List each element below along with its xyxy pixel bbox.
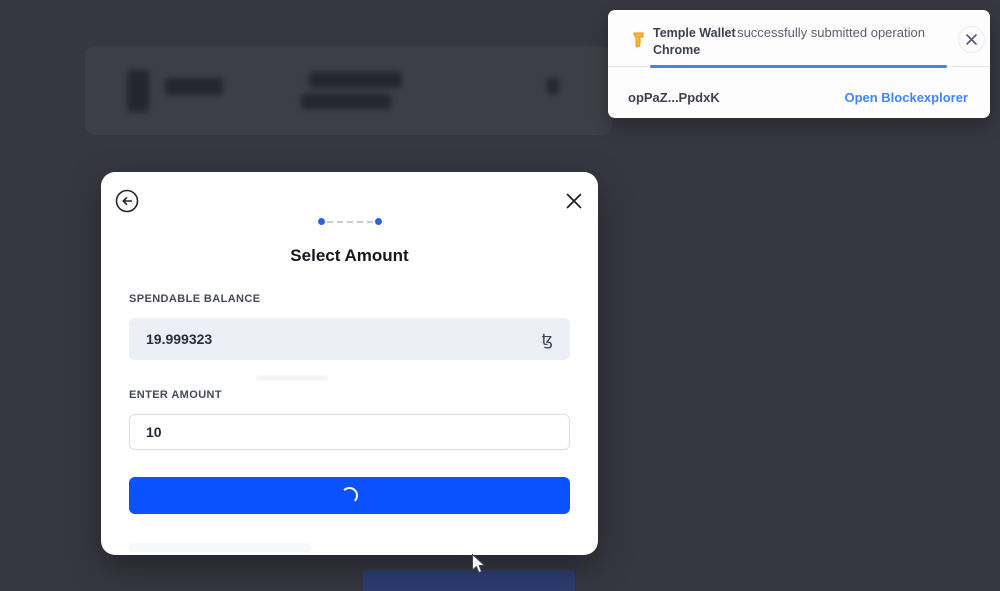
back-button[interactable] [114, 188, 140, 214]
dimmed-header-text-line1 [309, 72, 402, 88]
tezos-currency-icon: ꜩ [542, 330, 553, 349]
open-blockexplorer-link[interactable]: Open Blockexplorer [844, 90, 968, 105]
step-dashes [327, 221, 373, 223]
ghost-artifact [129, 543, 311, 552]
dimmed-menu-icon [547, 78, 559, 94]
spendable-balance-value: 19.999323 [146, 331, 212, 347]
temple-wallet-icon [632, 32, 645, 54]
amount-input[interactable] [129, 414, 570, 450]
step-dot-end [375, 218, 382, 225]
dimmed-background-card [85, 46, 612, 135]
loading-spinner-icon [341, 487, 358, 504]
spendable-balance-box: 19.999323 ꜩ [129, 318, 570, 360]
close-icon[interactable] [958, 26, 985, 53]
toast-body: opPaZ...PpdxK Open Blockexplorer [608, 67, 990, 118]
mouse-cursor [471, 553, 488, 581]
dimmed-brand-text [165, 78, 223, 95]
page-title: Select Amount [101, 246, 598, 266]
select-amount-modal: Select Amount SPENDABLE BALANCE 19.99932… [101, 172, 598, 555]
toast-header: Temple Wallet Chrome successfully submit… [608, 10, 990, 66]
operation-hash: opPaZ...PpdxK [628, 90, 720, 105]
enter-amount-label: ENTER AMOUNT [129, 389, 222, 401]
spendable-balance-label: SPENDABLE BALANCE [129, 293, 260, 305]
toast-app-name-line1: Temple Wallet [653, 25, 736, 42]
dimmed-logo [127, 70, 149, 112]
dimmed-action-button [363, 570, 575, 591]
close-icon[interactable] [562, 190, 586, 214]
ghost-artifact [256, 375, 328, 381]
toast-app-name: Temple Wallet Chrome [653, 25, 736, 59]
toast-message: successfully submitted operation [736, 24, 926, 42]
submit-button-loading[interactable] [129, 477, 570, 514]
progress-stepper [101, 218, 598, 225]
step-dot-start [318, 218, 325, 225]
notification-toast: Temple Wallet Chrome successfully submit… [608, 10, 990, 118]
dimmed-header-text-line2 [301, 94, 391, 109]
toast-app-name-line2: Chrome [653, 42, 736, 59]
